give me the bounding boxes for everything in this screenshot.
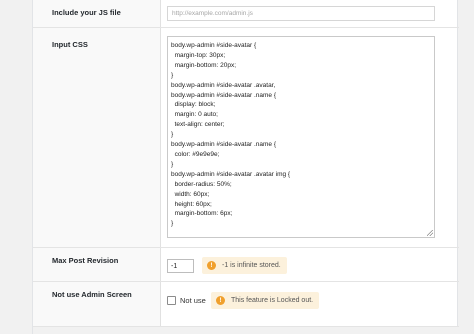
max-post-revision-label: Max Post Revision (52, 256, 119, 265)
max-post-revision-notice: ! -1 is infinite stored. (202, 257, 287, 274)
settings-panel: Include your JS file Input CSS body.wp-a… (32, 0, 459, 334)
admin-screen-notice: ! This feature is Locked out. (211, 292, 320, 309)
row-divider (33, 281, 459, 282)
max-post-revision-input[interactable] (167, 259, 194, 273)
admin-screen-notice-text: This feature is Locked out. (231, 297, 314, 304)
input-css-label: Input CSS (52, 40, 88, 49)
admin-screen-label: Not use Admin Screen (52, 290, 132, 299)
js-file-input[interactable] (167, 6, 435, 21)
admin-screen-checkbox-label[interactable]: Not use (180, 296, 206, 305)
label-column (33, 0, 161, 334)
row-divider (33, 247, 459, 248)
admin-screen-checkbox[interactable] (167, 296, 176, 305)
row-divider (33, 27, 459, 28)
warning-circle-icon: ! (207, 261, 216, 270)
panel-footer (33, 326, 459, 334)
warning-circle-icon: ! (216, 296, 225, 305)
js-file-label: Include your JS file (52, 8, 121, 17)
max-post-revision-notice-text: -1 is infinite stored. (222, 262, 281, 269)
css-textarea[interactable]: body.wp-admin #side-avatar { margin-top:… (167, 36, 435, 238)
